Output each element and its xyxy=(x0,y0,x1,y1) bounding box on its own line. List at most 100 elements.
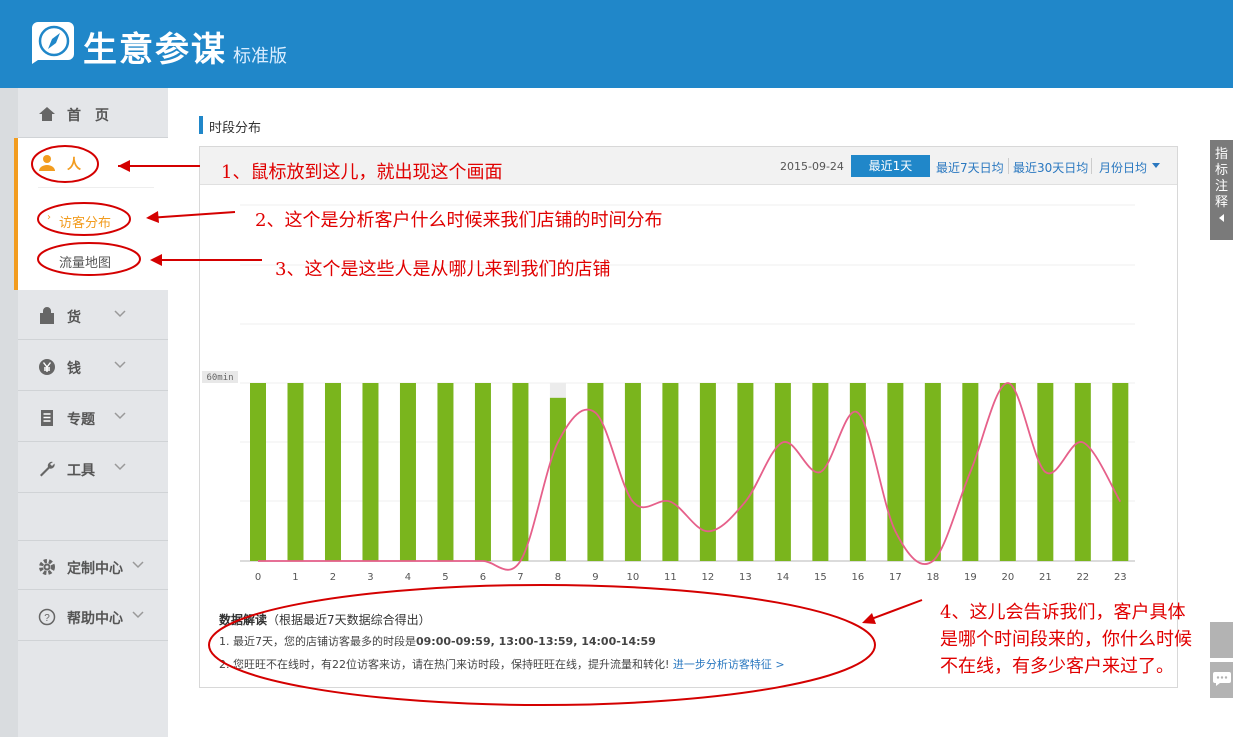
bar-hour-14 xyxy=(774,383,791,561)
tab-separator xyxy=(1091,158,1092,174)
top-header: 生意参谋 标准版 xyxy=(0,0,1233,88)
nav-people-group: 人 › 访客分布 流量地图 xyxy=(14,138,168,290)
x-tick-label: 22 xyxy=(1076,572,1089,583)
x-tick-label: 17 xyxy=(889,572,902,583)
chat-button[interactable] xyxy=(1210,662,1233,698)
bar-hour-22 xyxy=(1074,383,1091,561)
svg-text:?: ? xyxy=(44,613,50,624)
bar-hour-10 xyxy=(624,383,641,561)
x-tick-label: 23 xyxy=(1114,572,1127,583)
analyze-visitor-link[interactable]: 进一步分析访客特征 > xyxy=(673,658,785,671)
tab-monthly-avg[interactable]: 月份日均 xyxy=(1099,159,1147,176)
interpretation-title-note: （根据最近7天数据综合得出） xyxy=(267,613,431,627)
chevron-down-icon xyxy=(114,361,126,369)
bar-hour-11 xyxy=(662,383,679,561)
annotation-text-4-line-3: 不在线，有多少客户来过了。 xyxy=(940,656,1174,677)
sub-traffic-map[interactable]: 流量地图 xyxy=(59,252,111,271)
nav-help-center[interactable]: ? 帮助中心 xyxy=(18,591,168,641)
x-tick-label: 13 xyxy=(739,572,752,583)
chat-icon xyxy=(1213,672,1231,686)
x-tick-label: 0 xyxy=(255,572,261,583)
bar-hour-23 xyxy=(1112,383,1129,561)
annotation-text-2: 2、这个是分析客户什么时候来我们店铺的时间分布 xyxy=(255,210,663,231)
x-tick-label: 1 xyxy=(292,572,298,583)
y-max-tag: 60min xyxy=(206,373,233,383)
nav-home-label: 首 页 xyxy=(67,108,109,124)
bar-hour-17 xyxy=(887,383,904,561)
x-tick-label: 16 xyxy=(851,572,864,583)
metric-notes-label: 指标注释 xyxy=(1214,147,1228,210)
bar-hour-20 xyxy=(999,383,1016,561)
x-tick-label: 5 xyxy=(442,572,448,583)
x-tick-label: 6 xyxy=(480,572,486,583)
nav-people-label[interactable]: 人 xyxy=(67,154,81,174)
compass-logo-icon xyxy=(32,22,74,64)
metric-notes-tab[interactable]: 指标注释 xyxy=(1210,140,1233,240)
edition-label: 标准版 xyxy=(233,46,287,67)
x-tick-label: 18 xyxy=(926,572,939,583)
section-title: 时段分布 xyxy=(209,121,262,136)
bar-hour-5 xyxy=(437,383,454,561)
nav-topics-label: 专题 xyxy=(67,412,95,428)
sidebar: 首 页 人 › 访客分布 流量地图 货 钱 专题 工具 定制中心 ? 帮助中心 xyxy=(14,88,168,737)
nav-topics[interactable]: 专题 xyxy=(18,392,168,442)
section-marker xyxy=(199,116,203,134)
nav-money-label: 钱 xyxy=(67,361,81,377)
bar-hour-4 xyxy=(399,383,416,561)
x-tick-label: 7 xyxy=(517,572,523,583)
bar-hour-6 xyxy=(474,383,491,561)
nav-goods-label: 货 xyxy=(67,310,81,326)
date-label: 2015-09-24 xyxy=(780,160,844,173)
interpretation-title-bold: 数据解读 xyxy=(219,613,268,627)
x-tick-label: 15 xyxy=(814,572,827,583)
annotation-text-3: 3、这个是这些人是从哪儿来到我们的店铺 xyxy=(275,259,611,280)
sub-visitor-distribution[interactable]: 访客分布 xyxy=(59,212,111,231)
interpretation-line-1: 1. 最近7天，您的店铺访客最多的时段是09:00-09:59, 13:00-1… xyxy=(219,633,656,649)
yen-icon xyxy=(39,359,55,375)
tab-7-day-avg[interactable]: 最近7天日均 xyxy=(936,159,1004,176)
x-tick-label: 10 xyxy=(627,572,640,583)
x-tick-label: 12 xyxy=(702,572,715,583)
x-tick-label: 9 xyxy=(592,572,598,583)
tab-separator xyxy=(1008,158,1009,174)
bar-hour-3 xyxy=(362,383,379,561)
float-tool-button[interactable] xyxy=(1210,622,1233,658)
bag-icon xyxy=(40,307,54,324)
chevron-down-icon xyxy=(132,561,144,569)
x-tick-label: 3 xyxy=(367,572,373,583)
chevron-down-icon xyxy=(114,463,126,471)
nav-goods[interactable]: 货 xyxy=(18,290,168,340)
series-line xyxy=(258,382,1122,571)
user-icon xyxy=(38,154,56,172)
x-tick-label: 2 xyxy=(330,572,336,583)
chevron-down-icon xyxy=(114,310,126,318)
interpretation-line-2-text: 2. 您旺旺不在线时，有22位访客来访，请在热门来访时段，保持旺旺在线，提升流量… xyxy=(219,658,670,671)
bar-hour-13 xyxy=(737,383,754,561)
x-tick-label: 21 xyxy=(1039,572,1052,583)
bar-hour-7 xyxy=(512,383,529,561)
x-tick-label: 14 xyxy=(777,572,790,583)
caret-left-icon xyxy=(1218,214,1224,222)
nav-custom-label: 定制中心 xyxy=(67,561,123,577)
gear-icon xyxy=(39,559,55,575)
nav-money[interactable]: 钱 xyxy=(18,341,168,391)
x-tick-label: 19 xyxy=(964,572,977,583)
nav-tools-label: 工具 xyxy=(67,463,95,479)
nav-custom-center[interactable]: 定制中心 xyxy=(18,540,168,590)
x-tick-label: 8 xyxy=(555,572,561,583)
interpretation-line-2: 2. 您旺旺不在线时，有22位访客来访，请在热门来访时段，保持旺旺在线，提升流量… xyxy=(219,656,785,672)
home-icon xyxy=(39,107,55,121)
bar-hour-2 xyxy=(324,383,341,561)
x-tick-label: 20 xyxy=(1001,572,1014,583)
annotation-text-1: 1、鼠标放到这儿，就出现这个画面 xyxy=(221,162,503,183)
tab-30-day-avg[interactable]: 最近30天日均 xyxy=(1013,159,1088,176)
tab-last-1-day[interactable]: 最近1天 xyxy=(851,155,930,177)
x-tick-label: 4 xyxy=(405,572,411,583)
nav-home[interactable]: 首 页 xyxy=(18,88,168,138)
bar-hour-8 xyxy=(549,397,566,561)
divider xyxy=(38,187,154,188)
dropdown-caret-icon xyxy=(1152,163,1160,168)
interpretation-line-1-text: 1. 最近7天，您的店铺访客最多的时段是 xyxy=(219,635,416,648)
document-icon xyxy=(41,410,53,426)
nav-tools[interactable]: 工具 xyxy=(18,443,168,493)
